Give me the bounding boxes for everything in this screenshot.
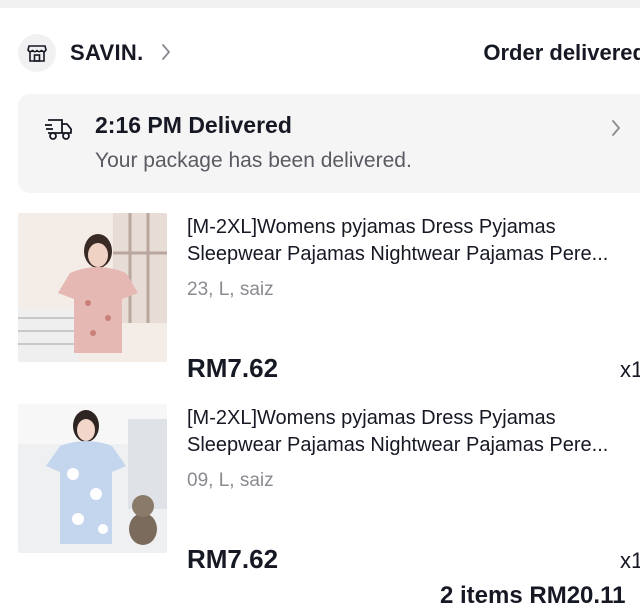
order-item[interactable]: [M-2XL]Womens pyjamas Dress Pyjamas Slee… bbox=[0, 404, 640, 584]
product-quantity: x1 bbox=[620, 357, 640, 382]
order-status: Order delivered bbox=[483, 40, 640, 65]
top-divider bbox=[0, 0, 640, 8]
chevron-right-icon bbox=[610, 118, 622, 143]
product-title-line: Sleepwear Pajamas Nightwear Pajamas Pere… bbox=[187, 434, 609, 456]
delivery-time-status: 2:16 PM Delivered bbox=[95, 112, 292, 138]
product-image[interactable] bbox=[18, 404, 167, 553]
product-price: RM7.62 bbox=[187, 353, 279, 383]
delivery-description: Your package has been delivered. bbox=[95, 149, 412, 172]
truck-icon bbox=[44, 116, 74, 147]
chevron-right-icon bbox=[160, 42, 172, 67]
product-title[interactable]: [M-2XL]Womens pyjamas Dress Pyjamas Slee… bbox=[187, 405, 627, 459]
product-title-line: [M-2XL]Womens pyjamas Dress Pyjamas bbox=[187, 216, 556, 238]
product-variant: 23, L, saiz bbox=[187, 279, 274, 300]
order-summary-partial: 2 items RM20.11 bbox=[440, 582, 626, 609]
product-price: RM7.62 bbox=[187, 544, 279, 574]
delivery-status-card[interactable]: 2:16 PM Delivered Your package has been … bbox=[18, 94, 640, 193]
order-item[interactable]: [M-2XL]Womens pyjamas Dress Pyjamas Slee… bbox=[0, 213, 640, 393]
product-title-line: Sleepwear Pajamas Nightwear Pajamas Pere… bbox=[187, 243, 609, 265]
shop-name[interactable]: SAVIN. bbox=[70, 40, 144, 66]
shop-header[interactable]: SAVIN. Order delivered bbox=[0, 28, 640, 78]
product-title-line: [M-2XL]Womens pyjamas Dress Pyjamas bbox=[187, 407, 556, 429]
product-variant: 09, L, saiz bbox=[187, 470, 274, 491]
product-title[interactable]: [M-2XL]Womens pyjamas Dress Pyjamas Slee… bbox=[187, 214, 627, 268]
product-quantity: x1 bbox=[620, 548, 640, 573]
shop-icon bbox=[18, 34, 56, 72]
product-image[interactable] bbox=[18, 213, 167, 362]
